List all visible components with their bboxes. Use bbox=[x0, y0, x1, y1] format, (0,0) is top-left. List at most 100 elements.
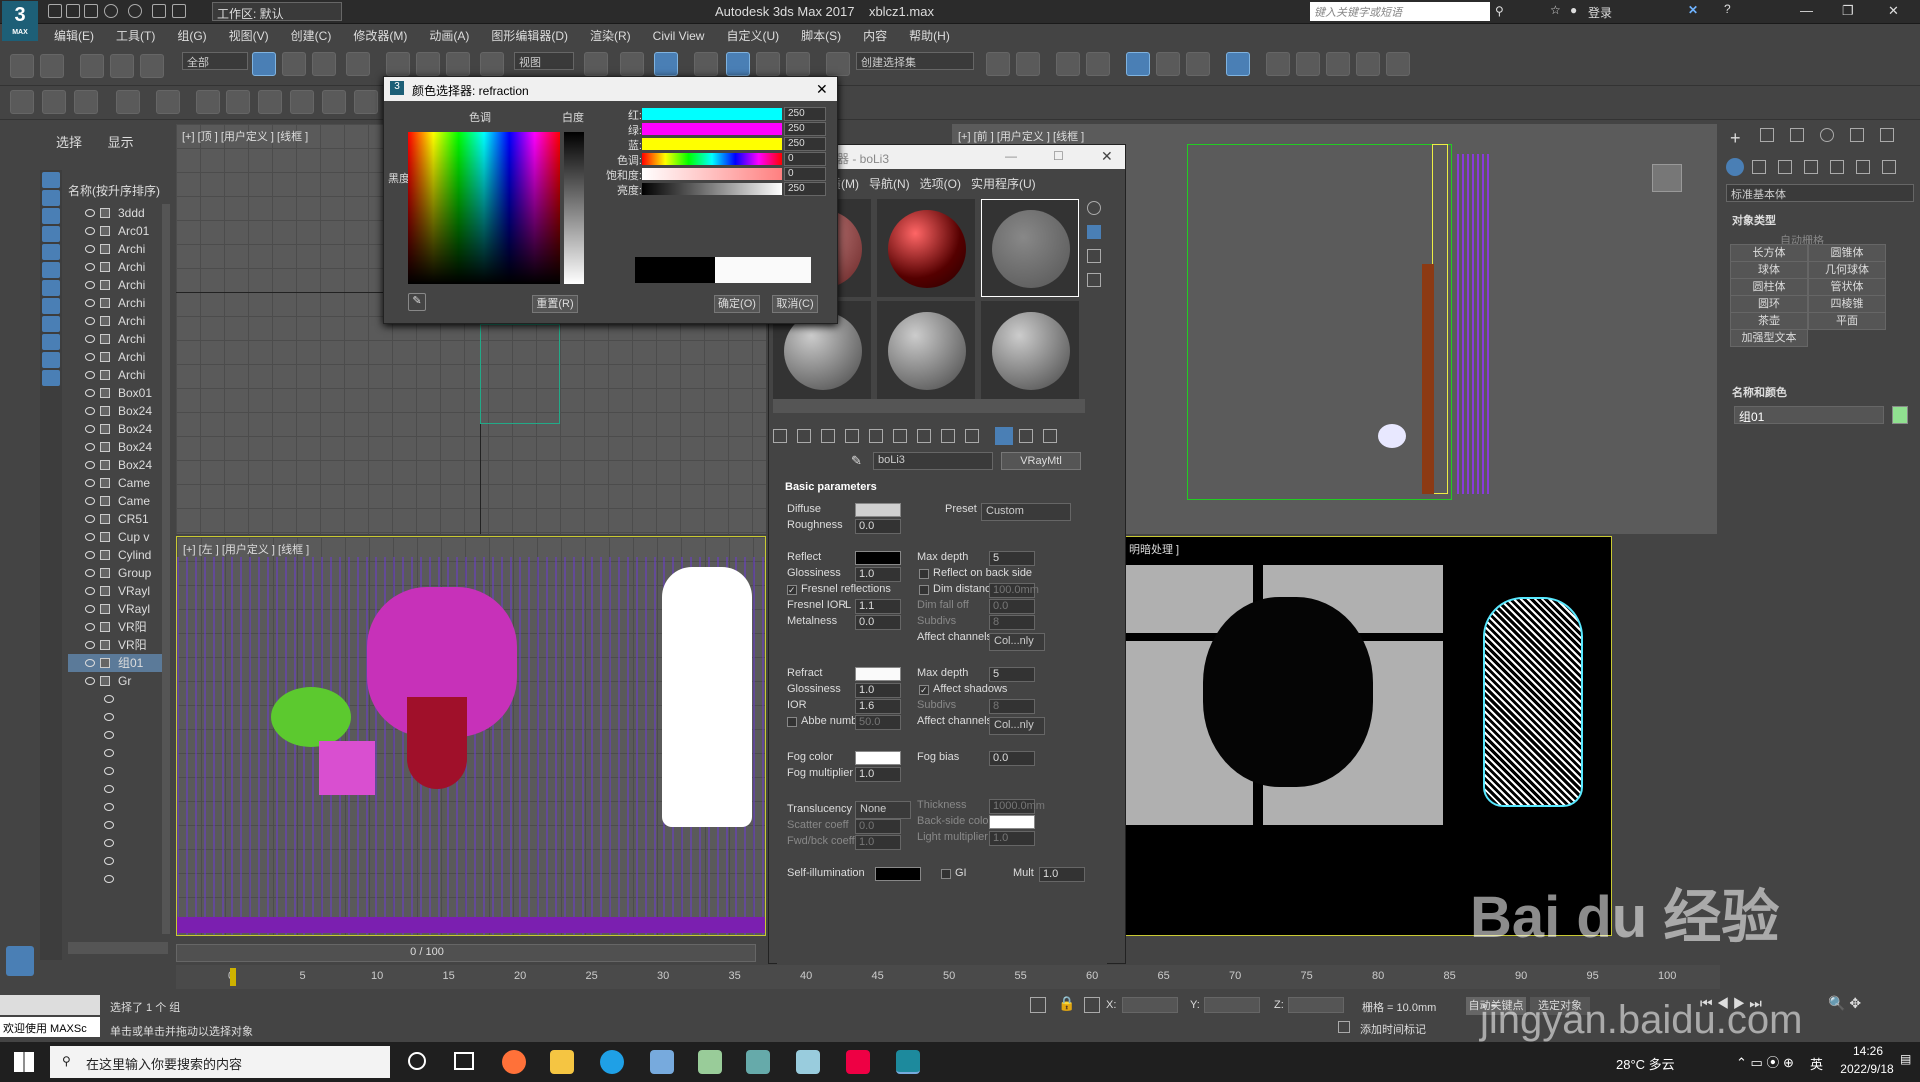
visibility-eye-icon[interactable] bbox=[104, 713, 114, 721]
refract-max-depth-field[interactable]: 5 bbox=[989, 667, 1035, 682]
scene-explorer-icon[interactable] bbox=[1056, 52, 1080, 76]
metalness-field[interactable]: 0.0 bbox=[855, 615, 901, 630]
hierarchy-tab-icon[interactable] bbox=[1790, 128, 1804, 142]
shapes-category-icon[interactable] bbox=[1752, 160, 1766, 174]
menu-item[interactable]: 脚本(S) bbox=[787, 24, 849, 44]
medit-maximize-button[interactable]: ☐ bbox=[1053, 149, 1064, 163]
filter-shapes-icon[interactable] bbox=[42, 190, 60, 206]
color-channel-slider[interactable] bbox=[642, 138, 782, 150]
color-channel-value[interactable]: 250 bbox=[784, 107, 826, 121]
scene-tree-item[interactable]: Archi bbox=[68, 258, 168, 276]
visibility-eye-icon[interactable] bbox=[104, 695, 114, 703]
scene-tree-item[interactable]: Box24 bbox=[68, 438, 168, 456]
filter-spacewarps-icon[interactable] bbox=[42, 262, 60, 278]
filter-xrefs-icon[interactable] bbox=[42, 298, 60, 314]
ior-field[interactable]: 1.6 bbox=[855, 699, 901, 714]
notepad-icon[interactable] bbox=[796, 1050, 820, 1074]
selection-filter-dropdown[interactable]: 全部 bbox=[182, 52, 248, 70]
scene-tree-item[interactable]: VRayl bbox=[68, 582, 168, 600]
scene-tree-item[interactable]: Archi bbox=[68, 312, 168, 330]
named-selection-dropdown[interactable]: 创建选择集 bbox=[856, 52, 974, 70]
select-object-icon[interactable] bbox=[252, 52, 276, 76]
visibility-eye-icon[interactable] bbox=[85, 659, 95, 667]
primitive-button[interactable]: 球体 bbox=[1730, 261, 1808, 279]
angle-snap-icon[interactable] bbox=[726, 52, 750, 76]
scene-tree-item[interactable]: 组01 bbox=[68, 654, 168, 672]
visibility-eye-icon[interactable] bbox=[104, 785, 114, 793]
systems-category-icon[interactable] bbox=[1882, 160, 1896, 174]
project-icon[interactable] bbox=[172, 4, 186, 18]
undo-icon[interactable] bbox=[104, 4, 118, 18]
show-in-viewport-icon[interactable] bbox=[941, 429, 955, 443]
self-illum-mult-field[interactable]: 1.0 bbox=[1039, 867, 1085, 882]
color-cancel-button[interactable]: 取消(C) bbox=[772, 295, 818, 313]
binoculars-icon[interactable]: ⚲ bbox=[1495, 4, 1504, 18]
helpers-category-icon[interactable] bbox=[1830, 160, 1844, 174]
color-channel-slider[interactable] bbox=[642, 108, 782, 120]
filter-bones-icon[interactable] bbox=[42, 316, 60, 332]
visibility-eye-icon[interactable] bbox=[85, 497, 95, 505]
visibility-eye-icon[interactable] bbox=[104, 749, 114, 757]
reflect-subdivs-field[interactable]: 8 bbox=[989, 615, 1035, 630]
visibility-eye-icon[interactable] bbox=[85, 353, 95, 361]
weather-status[interactable]: 28°C 多云 bbox=[1616, 1054, 1675, 1073]
new-file-icon[interactable] bbox=[48, 4, 62, 18]
abbe-checkbox[interactable] bbox=[787, 717, 797, 727]
delete-material-icon[interactable] bbox=[845, 429, 859, 443]
maxscript-listener-mini[interactable] bbox=[0, 995, 100, 1015]
visibility-eye-icon[interactable] bbox=[104, 731, 114, 739]
menu-item[interactable]: 工具(T) bbox=[102, 24, 163, 44]
scene-tree-item[interactable]: Box24 bbox=[68, 456, 168, 474]
visibility-eye-icon[interactable] bbox=[104, 803, 114, 811]
dim-distance-checkbox[interactable] bbox=[919, 585, 929, 595]
sun-icon[interactable] bbox=[354, 90, 378, 114]
visibility-eye-icon[interactable] bbox=[85, 335, 95, 343]
scene-tree-item[interactable]: Archi bbox=[68, 330, 168, 348]
modify-tab-icon[interactable] bbox=[1760, 128, 1774, 142]
scene-tree-item[interactable]: Group bbox=[68, 564, 168, 582]
primitive-button[interactable]: 圆柱体 bbox=[1730, 278, 1808, 296]
notification-icon[interactable]: ▤ bbox=[1900, 1052, 1911, 1066]
scene-tree-item[interactable]: Box24 bbox=[68, 402, 168, 420]
visibility-eye-icon[interactable] bbox=[85, 641, 95, 649]
cloud-icon[interactable] bbox=[42, 90, 66, 114]
material-menu-item[interactable]: 选项(O) bbox=[920, 177, 961, 191]
primitive-button[interactable]: 加强型文本 bbox=[1730, 329, 1808, 347]
time-tag-icon[interactable] bbox=[1338, 1021, 1350, 1033]
menu-item[interactable]: 自定义(U) bbox=[712, 24, 787, 44]
scene-list-header[interactable]: 名称(按升序排序) bbox=[68, 182, 160, 199]
teapot-icon[interactable] bbox=[10, 90, 34, 114]
reflect-glossiness-field[interactable]: 1.0 bbox=[855, 567, 901, 582]
scene-tree-child-item[interactable] bbox=[68, 852, 168, 870]
redo-icon[interactable] bbox=[128, 4, 142, 18]
rotate-icon[interactable] bbox=[416, 52, 440, 76]
material-id-icon[interactable] bbox=[917, 429, 931, 443]
minimize-button[interactable]: — bbox=[1800, 3, 1813, 18]
time-cursor[interactable] bbox=[230, 968, 236, 986]
edge-icon[interactable] bbox=[600, 1050, 624, 1074]
visibility-eye-icon[interactable] bbox=[104, 839, 114, 847]
sample-slot-5[interactable] bbox=[877, 301, 975, 399]
scene-tree-scrollbar[interactable] bbox=[162, 204, 170, 934]
scene-tree-item[interactable]: Archi bbox=[68, 240, 168, 258]
viewport-layout-icon[interactable] bbox=[6, 946, 34, 976]
preset-dropdown[interactable]: Custom bbox=[981, 503, 1071, 521]
whiteness-slider[interactable] bbox=[564, 132, 584, 284]
move-icon[interactable] bbox=[386, 52, 410, 76]
sample-slot-6[interactable] bbox=[981, 301, 1079, 399]
scene-tree-item[interactable]: Box01 bbox=[68, 384, 168, 402]
vray-light-icon[interactable] bbox=[116, 90, 140, 114]
select-manipulate-icon[interactable] bbox=[620, 52, 644, 76]
a360-icon[interactable] bbox=[1386, 52, 1410, 76]
scene-tree-child-item[interactable] bbox=[68, 744, 168, 762]
visibility-eye-icon[interactable] bbox=[85, 605, 95, 613]
color-ok-button[interactable]: 确定(O) bbox=[714, 295, 760, 313]
primitive-button[interactable]: 长方体 bbox=[1730, 244, 1808, 262]
add-time-tag[interactable]: 添加时间标记 bbox=[1360, 1021, 1426, 1037]
fog-multiplier-field[interactable]: 1.0 bbox=[855, 767, 901, 782]
medit-close-button[interactable]: ✕ bbox=[1101, 148, 1113, 165]
pick-from-object-icon[interactable] bbox=[1043, 429, 1057, 443]
go-to-parent-icon[interactable] bbox=[995, 427, 1013, 445]
z-coordinate-field[interactable] bbox=[1288, 997, 1344, 1013]
filter-cameras-icon[interactable] bbox=[42, 226, 60, 242]
